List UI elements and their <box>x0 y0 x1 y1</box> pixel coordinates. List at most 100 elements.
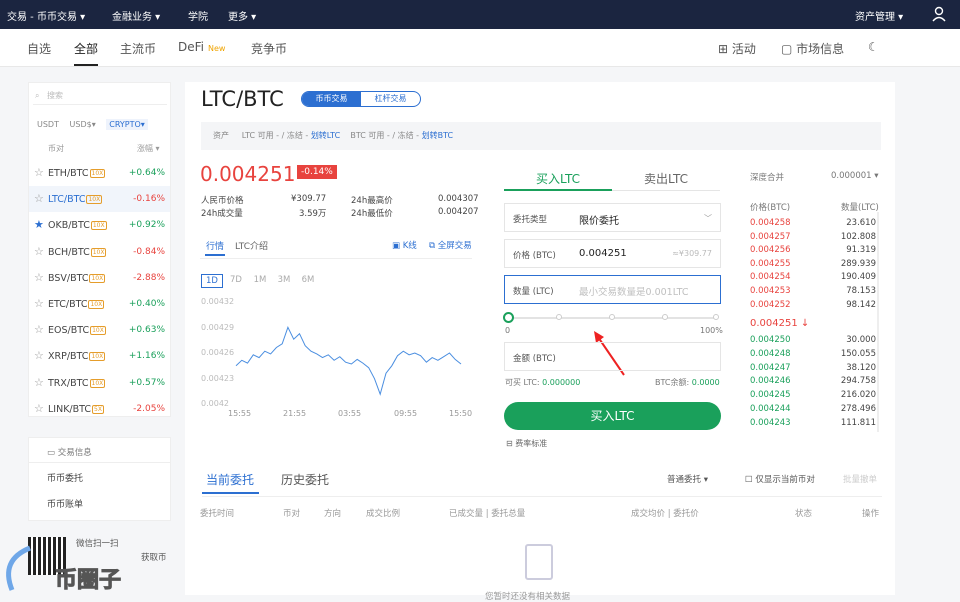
range-7d[interactable]: 7D <box>225 274 247 288</box>
kline-link[interactable]: ▣ K线 <box>392 239 417 251</box>
tab-current-orders[interactable]: 当前委托 <box>206 471 254 488</box>
spot-orders-link[interactable]: 币币委托 <box>47 471 83 484</box>
search-input[interactable]: 搜索 <box>33 89 167 105</box>
star-icon[interactable]: ☆ <box>34 271 44 284</box>
market-row[interactable]: ☆ BSV/BTC 10X -2.88% <box>29 265 170 291</box>
market-row[interactable]: ☆ ETC/BTC 10X +0.40% <box>29 291 170 317</box>
fee-link[interactable]: ⊟ 费率标准 <box>506 438 547 449</box>
star-icon[interactable]: ☆ <box>34 323 44 336</box>
percent-slider[interactable] <box>503 312 719 323</box>
ask-row[interactable]: 0.004257 102.808 <box>750 232 876 245</box>
transfer-btc-link[interactable]: 划转BTC <box>422 131 454 140</box>
bid-row[interactable]: 0.004247 38.120 <box>750 363 876 376</box>
bid-row[interactable]: 0.004248 150.055 <box>750 349 876 362</box>
market-row[interactable]: ☆ TRX/BTC 10X +0.57% <box>29 370 170 396</box>
market-row[interactable]: ☆ BCH/BTC 10X -0.84% <box>29 239 170 265</box>
only-current-checkbox[interactable]: ☐ 仅显示当前币对 <box>745 473 815 485</box>
orderbook-scrollbar[interactable] <box>877 212 879 432</box>
nav-more[interactable]: 更多 ▾ <box>228 8 256 23</box>
ask-price: 0.004257 <box>750 231 791 242</box>
range-3m[interactable]: 3M <box>273 274 295 288</box>
market-row[interactable]: ☆ XRP/BTC 10X +1.16% <box>29 343 170 369</box>
quote-crypto[interactable]: CRYPTO▾ <box>106 119 148 130</box>
tab-buy-ltc[interactable]: 买入LTC <box>536 170 580 187</box>
depth-merge-select[interactable]: 0.000001 ▾ <box>831 171 879 181</box>
nav-academy[interactable]: 学院 <box>188 8 208 23</box>
star-icon[interactable]: ☆ <box>34 349 44 362</box>
tab-all[interactable]: 全部 <box>74 40 98 57</box>
star-icon[interactable]: ☆ <box>34 297 44 310</box>
activity-link[interactable]: ⊞ 活动 <box>718 40 756 57</box>
star-icon[interactable]: ☆ <box>34 166 44 179</box>
tab-competitors[interactable]: 竞争币 <box>251 40 287 57</box>
price-value: 0.004251 <box>579 248 627 259</box>
tab-defi[interactable]: DeFi New <box>178 40 225 54</box>
tab-mainstream[interactable]: 主流币 <box>120 40 156 57</box>
ask-row[interactable]: 0.004256 91.319 <box>750 245 876 258</box>
nav-trade[interactable]: 交易 - 币币交易 ▾ <box>7 8 85 23</box>
market-row[interactable]: ★ OKB/BTC 10X +0.92% <box>29 212 170 238</box>
market-info-link[interactable]: ▢ 市场信息 <box>781 40 844 57</box>
market-row[interactable]: ☆ LTC/BTC 10X -0.16% <box>29 186 170 213</box>
market-row[interactable]: ☆ ETH/BTC 10X +0.64% <box>29 160 170 186</box>
trade-info-title: ▭ 交易信息 <box>47 446 92 458</box>
leverage-badge: 10X <box>89 352 106 362</box>
star-icon[interactable]: ☆ <box>34 376 44 389</box>
ask-row[interactable]: 0.004253 78.153 <box>750 286 876 299</box>
bid-row[interactable]: 0.004244 278.496 <box>750 404 876 417</box>
spot-bills-link[interactable]: 币币账单 <box>47 497 83 510</box>
ask-row[interactable]: 0.004254 190.409 <box>750 272 876 285</box>
nav-finance[interactable]: 金融业务 ▾ <box>112 8 160 23</box>
star-icon[interactable]: ☆ <box>34 192 44 205</box>
nav-assets[interactable]: 资产管理 ▾ <box>855 8 903 23</box>
gift-icon: ⊞ <box>718 42 732 56</box>
market-row[interactable]: ☆ EOS/BTC 10X +0.63% <box>29 317 170 343</box>
bid-qty: 216.020 <box>840 390 876 401</box>
col-change[interactable]: 涨幅 ▾ <box>137 143 160 154</box>
price-input[interactable]: 价格 (BTC) 0.004251 ≈¥309.77 <box>504 239 721 268</box>
ask-row[interactable]: 0.004258 23.610 <box>750 218 876 231</box>
pair-name: BSV/BTC 10X <box>48 273 106 284</box>
quote-usdt[interactable]: USDT <box>37 120 59 129</box>
bid-row[interactable]: 0.004250 30.000 <box>750 335 876 348</box>
tab-favorites[interactable]: 自选 <box>27 40 51 57</box>
fee-icon: ⊟ <box>506 439 516 448</box>
cancel-all-button[interactable]: 批量撤单 <box>843 473 877 485</box>
fullscreen-link[interactable]: ⧉ 全屏交易 <box>429 239 472 251</box>
transfer-ltc-link[interactable]: 划转LTC <box>311 131 340 140</box>
leverage-badge: 10X <box>90 326 106 336</box>
buy-ltc-button[interactable]: 买入LTC <box>504 402 721 430</box>
tab-sell-ltc[interactable]: 卖出LTC <box>644 170 688 187</box>
hdr-avg-price: 成交均价 | 委托价 <box>631 509 699 519</box>
tab-ltc-intro[interactable]: LTC介绍 <box>235 239 268 252</box>
tab-history-orders[interactable]: 历史委托 <box>281 471 329 488</box>
kline-label: K线 <box>402 241 417 251</box>
bid-row[interactable]: 0.004246 294.758 <box>750 376 876 389</box>
star-icon[interactable]: ☆ <box>34 245 44 258</box>
range-6m[interactable]: 6M <box>297 274 319 288</box>
ask-row[interactable]: 0.004252 98.142 <box>750 300 876 313</box>
star-icon[interactable]: ☆ <box>34 402 44 415</box>
tab-quote[interactable]: 行情 <box>206 239 224 252</box>
ask-row[interactable]: 0.004255 289.939 <box>750 259 876 272</box>
range-1d[interactable]: 1D <box>201 274 223 288</box>
ask-price: 0.004254 <box>750 272 791 283</box>
mode-spot[interactable]: 币币交易 <box>302 92 361 106</box>
ask-price: 0.004252 <box>750 299 791 310</box>
quantity-input[interactable]: 数量 (LTC) 最小交易数量是0.001LTC <box>504 275 721 304</box>
market-row[interactable]: ☆ LINK/BTC 5X -2.05% <box>29 396 170 422</box>
order-filter-select[interactable]: 普通委托 ▾ <box>667 473 708 485</box>
hdr-action: 操作 <box>862 509 880 519</box>
mode-margin[interactable]: 杠杆交易 <box>361 92 420 106</box>
order-type-select[interactable]: 委托类型 限价委托 ﹀ <box>504 203 721 232</box>
slider-handle[interactable] <box>503 312 514 323</box>
star-icon[interactable]: ★ <box>34 218 44 231</box>
order-type-label: 委托类型 <box>513 215 548 225</box>
amount-input[interactable]: 金额 (BTC) <box>504 342 721 371</box>
range-1m[interactable]: 1M <box>249 274 271 288</box>
quote-usd[interactable]: USD$▾ <box>70 120 96 129</box>
theme-moon-icon[interactable]: ☾ <box>868 40 879 54</box>
bid-row[interactable]: 0.004245 216.020 <box>750 390 876 403</box>
bid-row[interactable]: 0.004243 111.811 <box>750 418 876 431</box>
user-icon[interactable] <box>932 6 946 22</box>
